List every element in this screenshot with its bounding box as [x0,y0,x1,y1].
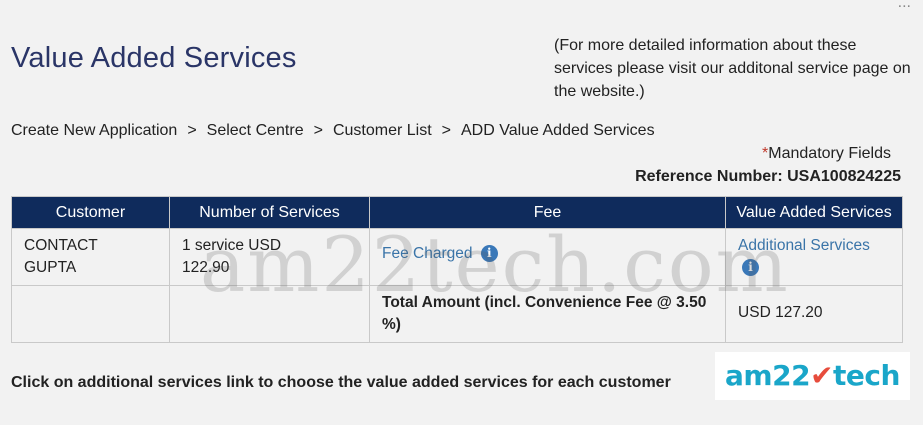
breadcrumb-create-new-application[interactable]: Create New Application [11,122,177,140]
page-title: Value Added Services [11,42,297,74]
customer-name: CONTACT GUPTA [24,237,98,276]
footer-instruction: Click on additional services link to cho… [11,374,671,391]
services-count-cell: 1 service USD 122.90 [168,228,371,286]
brand-logo: am22✔tech [715,352,910,400]
info-icon[interactable]: i [742,259,760,276]
empty-cell [168,285,371,343]
info-note: (For more detailed information about the… [554,37,911,100]
breadcrumb-separator: > [187,122,197,139]
header-customer: Customer [11,196,170,229]
reference-number: Reference Number: USA100824225 [635,168,901,185]
logo-text-left: am22 [725,359,811,392]
services-count: 1 service USD 122.90 [181,237,282,276]
top-ellipsis: ... [897,0,911,11]
value-added-services-table: Customer Number of Services Fee Value Ad… [11,196,903,343]
table-row: CONTACT GUPTA 1 service USD 122.90 Fee C… [11,228,903,286]
header-fee: Fee [369,196,727,229]
empty-cell [11,285,170,343]
breadcrumb-select-centre[interactable]: Select Centre [207,122,304,140]
breadcrumb: Create New Application > Select Centre >… [11,122,655,140]
total-amount-cell: USD 127.20 [725,285,903,343]
info-icon[interactable]: i [480,245,498,262]
breadcrumb-separator: > [313,122,323,139]
total-amount-label: Total Amount (incl. Convenience Fee @ 3.… [382,294,707,333]
breadcrumb-add-value-added-services: ADD Value Added Services [460,122,655,139]
fee-charged-link[interactable]: Fee Charged [382,245,472,262]
fee-cell: Fee Charged i [369,228,727,286]
mandatory-fields-note: *Mandatory Fields [762,145,891,163]
logo-mark-icon: ✔ [810,359,834,392]
breadcrumb-separator: > [441,122,451,139]
logo-text-right: tech [833,359,900,392]
table-header-row: Customer Number of Services Fee Value Ad… [11,196,903,229]
table-row-total: Total Amount (incl. Convenience Fee @ 3.… [11,285,903,343]
total-label-cell: Total Amount (incl. Convenience Fee @ 3.… [369,285,727,343]
value-added-services-cell: Additional Services i [725,228,903,286]
total-amount-value: USD 127.20 [738,304,823,321]
header-value-added-services: Value Added Services [725,196,903,229]
header-number-of-services: Number of Services [168,196,371,229]
mandatory-fields-label: Mandatory Fields [768,145,891,162]
customer-name-cell: CONTACT GUPTA [11,228,170,286]
breadcrumb-customer-list[interactable]: Customer List [333,122,432,140]
additional-services-link[interactable]: Additional Services [738,237,870,254]
